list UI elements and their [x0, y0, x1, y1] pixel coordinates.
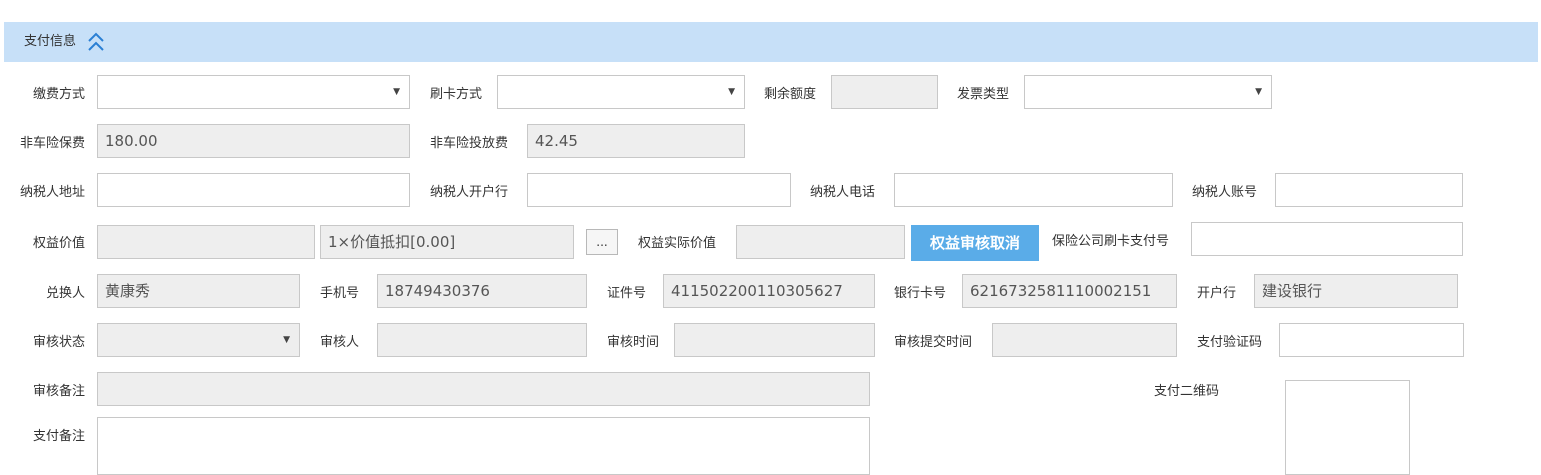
audit-submit-time-field[interactable]	[992, 323, 1177, 357]
equity-value-field[interactable]	[97, 225, 315, 259]
insurer-card-pay-input[interactable]	[1191, 222, 1463, 256]
remaining-quota-label: 剩余额度	[764, 87, 817, 102]
bank-label: 开户行	[1197, 286, 1237, 301]
bank-card-label: 银行卡号	[894, 286, 947, 301]
mobile-field[interactable]: 18749430376	[377, 274, 587, 308]
pay-code-label: 支付验证码	[1197, 335, 1263, 350]
bank-card-field[interactable]: 6216732581110002151	[962, 274, 1177, 308]
pay-code-input[interactable]	[1279, 323, 1464, 357]
equity-actual-field[interactable]	[736, 225, 905, 259]
noncar-delivery-field[interactable]: 42.45	[527, 124, 745, 158]
invoice-type-label: 发票类型	[957, 87, 1010, 102]
insurer-card-pay-label: 保险公司刷卡支付号	[1052, 234, 1170, 249]
noncar-premium-field[interactable]: 180.00	[97, 124, 410, 158]
taxpayer-bank-label: 纳税人开户行	[430, 185, 509, 200]
payment-method-select[interactable]: ▼	[97, 75, 410, 109]
payment-method-label: 缴费方式	[32, 87, 85, 102]
taxpayer-address-label: 纳税人地址	[19, 185, 85, 200]
auditor-field[interactable]	[377, 323, 587, 357]
auditor-label: 审核人	[320, 335, 360, 350]
audit-status-select[interactable]: ▼	[97, 323, 300, 357]
pay-qrcode-box	[1285, 380, 1410, 475]
noncar-premium-label: 非车险保费	[19, 136, 85, 151]
browse-button[interactable]: ...	[586, 229, 618, 255]
noncar-delivery-label: 非车险投放费	[430, 136, 509, 151]
taxpayer-phone-label: 纳税人电话	[810, 185, 876, 200]
section-header	[4, 22, 1538, 62]
equity-deduct-field[interactable]: 1×价值抵扣[0.00]	[320, 225, 574, 259]
equity-value-label: 权益价值	[32, 236, 85, 251]
caret-down-icon: ▼	[393, 87, 400, 97]
id-number-field[interactable]: 411502200110305627	[663, 274, 875, 308]
double-chevron-up-icon[interactable]	[86, 30, 106, 54]
pay-remark-textarea[interactable]	[97, 417, 870, 475]
taxpayer-account-input[interactable]	[1275, 173, 1463, 207]
mobile-label: 手机号	[320, 286, 360, 301]
audit-remark-field[interactable]	[97, 372, 870, 406]
audit-status-label: 审核状态	[32, 335, 85, 350]
cancel-audit-button[interactable]: 权益审核取消	[911, 225, 1039, 261]
redeemer-field[interactable]: 黄康秀	[97, 274, 300, 308]
invoice-type-select[interactable]: ▼	[1024, 75, 1272, 109]
section-title: 支付信息	[24, 34, 77, 49]
caret-down-icon: ▼	[1255, 87, 1262, 97]
taxpayer-phone-input[interactable]	[894, 173, 1173, 207]
taxpayer-account-label: 纳税人账号	[1192, 185, 1258, 200]
audit-time-field[interactable]	[674, 323, 875, 357]
equity-actual-label: 权益实际价值	[638, 236, 717, 251]
redeemer-label: 兑换人	[45, 286, 85, 301]
bank-field[interactable]: 建设银行	[1254, 274, 1458, 308]
card-method-select[interactable]: ▼	[497, 75, 745, 109]
audit-time-label: 审核时间	[607, 335, 660, 350]
caret-down-icon: ▼	[283, 335, 290, 345]
pay-remark-label: 支付备注	[32, 429, 85, 444]
remaining-quota-field[interactable]	[831, 75, 938, 109]
card-method-label: 刷卡方式	[430, 87, 483, 102]
taxpayer-address-input[interactable]	[97, 173, 410, 207]
caret-down-icon: ▼	[728, 87, 735, 97]
audit-remark-label: 审核备注	[32, 384, 85, 399]
taxpayer-bank-input[interactable]	[527, 173, 791, 207]
pay-qrcode-label: 支付二维码	[1154, 384, 1220, 399]
id-number-label: 证件号	[607, 286, 647, 301]
audit-submit-time-label: 审核提交时间	[894, 335, 973, 350]
